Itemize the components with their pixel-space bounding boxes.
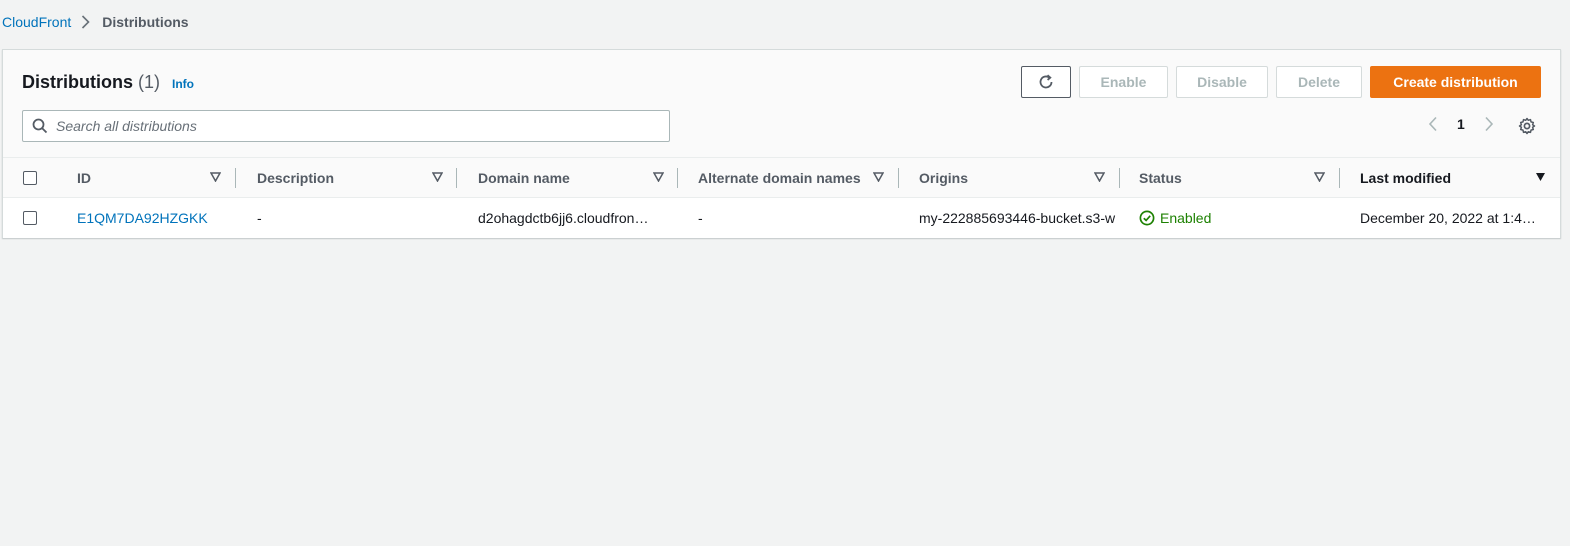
- column-divider[interactable]: [235, 168, 236, 188]
- column-header-origins[interactable]: Origins: [919, 158, 1109, 198]
- create-distribution-button[interactable]: Create distribution: [1370, 66, 1541, 98]
- column-divider[interactable]: [898, 168, 899, 188]
- alternate-domain-names-cell: -: [698, 210, 703, 226]
- status-badge: Enabled: [1139, 198, 1329, 238]
- sort-icon: [210, 172, 221, 182]
- breadcrumb-cloudfront-link[interactable]: CloudFront: [2, 14, 71, 30]
- select-all-checkbox[interactable]: [23, 171, 37, 185]
- gear-icon[interactable]: [1518, 117, 1536, 135]
- description-cell: -: [257, 210, 262, 226]
- refresh-icon: [1039, 74, 1053, 89]
- next-page-icon[interactable]: [1479, 116, 1499, 132]
- table-header: ID Description Domain name Alternate dom…: [3, 158, 1560, 198]
- column-header-last-modified[interactable]: Last modified: [1360, 158, 1555, 198]
- page-title: Distributions (1) Info: [22, 72, 194, 93]
- sort-descending-icon: [1535, 172, 1546, 182]
- breadcrumb-current: Distributions: [102, 14, 189, 30]
- breadcrumb: CloudFront Distributions: [2, 13, 189, 31]
- column-header-description[interactable]: Description: [257, 158, 447, 198]
- search-input[interactable]: [56, 118, 636, 134]
- domain-name-cell: d2ohagdctb6jj6.cloudfron…: [478, 210, 649, 226]
- pagination: 1: [1423, 116, 1499, 132]
- column-header-alternate-domain-names[interactable]: Alternate domain names: [698, 158, 888, 198]
- search-icon: [32, 118, 48, 134]
- column-divider[interactable]: [1119, 168, 1120, 188]
- column-divider[interactable]: [456, 168, 457, 188]
- column-header-domain-name[interactable]: Domain name: [478, 158, 668, 198]
- chevron-right-icon: [81, 15, 90, 29]
- column-header-id[interactable]: ID: [77, 158, 227, 198]
- sort-icon: [1314, 172, 1325, 182]
- distribution-id-link[interactable]: E1QM7DA92HZGKK: [77, 198, 227, 238]
- distribution-count: (1): [138, 72, 160, 92]
- previous-page-icon[interactable]: [1423, 116, 1443, 132]
- title-text: Distributions: [22, 72, 133, 92]
- row-checkbox[interactable]: [23, 211, 37, 225]
- column-divider[interactable]: [677, 168, 678, 188]
- status-text: Enabled: [1160, 210, 1212, 226]
- column-divider[interactable]: [1339, 168, 1340, 188]
- distributions-panel: Distributions (1) Info Enable Disable De…: [2, 49, 1561, 238]
- sort-icon: [873, 172, 884, 182]
- check-circle-icon: [1139, 210, 1155, 226]
- refresh-button[interactable]: [1021, 66, 1071, 98]
- column-header-status[interactable]: Status: [1139, 158, 1329, 198]
- panel-header: Distributions (1) Info Enable Disable De…: [3, 50, 1560, 158]
- info-link[interactable]: Info: [172, 77, 194, 91]
- sort-icon: [653, 172, 664, 182]
- search-field[interactable]: [22, 110, 670, 142]
- delete-button[interactable]: Delete: [1276, 66, 1362, 98]
- origins-cell: my-222885693446-bucket.s3-w: [919, 210, 1116, 226]
- enable-button[interactable]: Enable: [1079, 66, 1168, 98]
- sort-icon: [1094, 172, 1105, 182]
- current-page-number[interactable]: 1: [1457, 116, 1465, 132]
- sort-icon: [432, 172, 443, 182]
- last-modified-cell: December 20, 2022 at 1:4…: [1360, 210, 1536, 226]
- disable-button[interactable]: Disable: [1176, 66, 1268, 98]
- table-row[interactable]: E1QM7DA92HZGKK - d2ohagdctb6jj6.cloudfro…: [3, 198, 1560, 238]
